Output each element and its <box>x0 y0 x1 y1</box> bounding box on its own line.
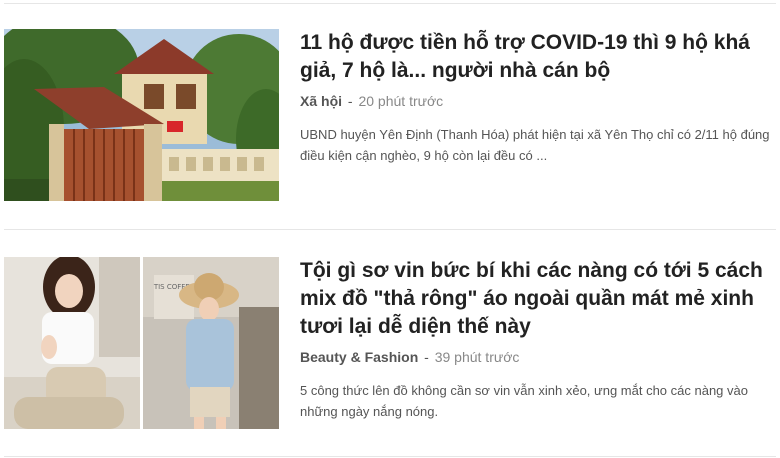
article-title[interactable]: Tội gì sơ vin bức bí khi các nàng có tới… <box>300 257 776 341</box>
article-category[interactable]: Xã hội <box>300 93 342 109</box>
article-time: 39 phút trước <box>434 349 520 365</box>
article-time: 20 phút trước <box>358 93 444 109</box>
article-summary: UBND huyện Yên Định (Thanh Hóa) phát hiệ… <box>300 127 770 163</box>
article-item: 11 hộ được tiền hỗ trợ COVID-19 thì 9 hộ… <box>4 29 776 204</box>
article-thumbnail[interactable]: TIS COFFEE <box>4 257 279 429</box>
article-content: 11 hộ được tiền hỗ trợ COVID-19 thì 9 hộ… <box>300 29 776 166</box>
article-category[interactable]: Beauty & Fashion <box>300 349 418 365</box>
article-content: Tội gì sơ vin bức bí khi các nàng có tới… <box>300 257 776 422</box>
bottom-divider <box>4 456 776 457</box>
article-title[interactable]: 11 hộ được tiền hỗ trợ COVID-19 thì 9 hộ… <box>300 29 776 85</box>
article-meta: Xã hội - 20 phút trước <box>300 92 776 110</box>
meta-separator: - <box>347 93 353 109</box>
top-divider <box>4 3 776 4</box>
meta-separator: - <box>424 349 429 365</box>
article-divider <box>4 229 776 230</box>
article-item: TIS COFFEE Tội gì sơ vin bức bí khi các … <box>4 257 776 432</box>
article-thumbnail[interactable] <box>4 29 279 201</box>
article-summary: 5 công thức lên đồ không cần sơ vin vẫn … <box>300 383 748 419</box>
article-meta: Beauty & Fashion - 39 phút trước <box>300 348 776 366</box>
